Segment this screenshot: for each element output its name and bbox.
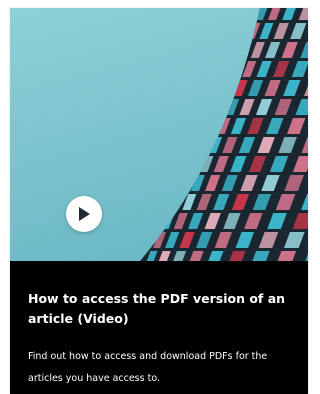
video-thumbnail[interactable] — [10, 8, 308, 261]
card-body: How to access the PDF version of an arti… — [10, 261, 308, 394]
play-button[interactable] — [66, 196, 102, 232]
article-card[interactable]: How to access the PDF version of an arti… — [10, 8, 308, 394]
building-facade-image — [10, 8, 308, 261]
play-icon — [79, 207, 90, 221]
card-description: Find out how to access and download PDFs… — [28, 351, 268, 384]
card-title[interactable]: How to access the PDF version of an arti… — [28, 289, 296, 329]
